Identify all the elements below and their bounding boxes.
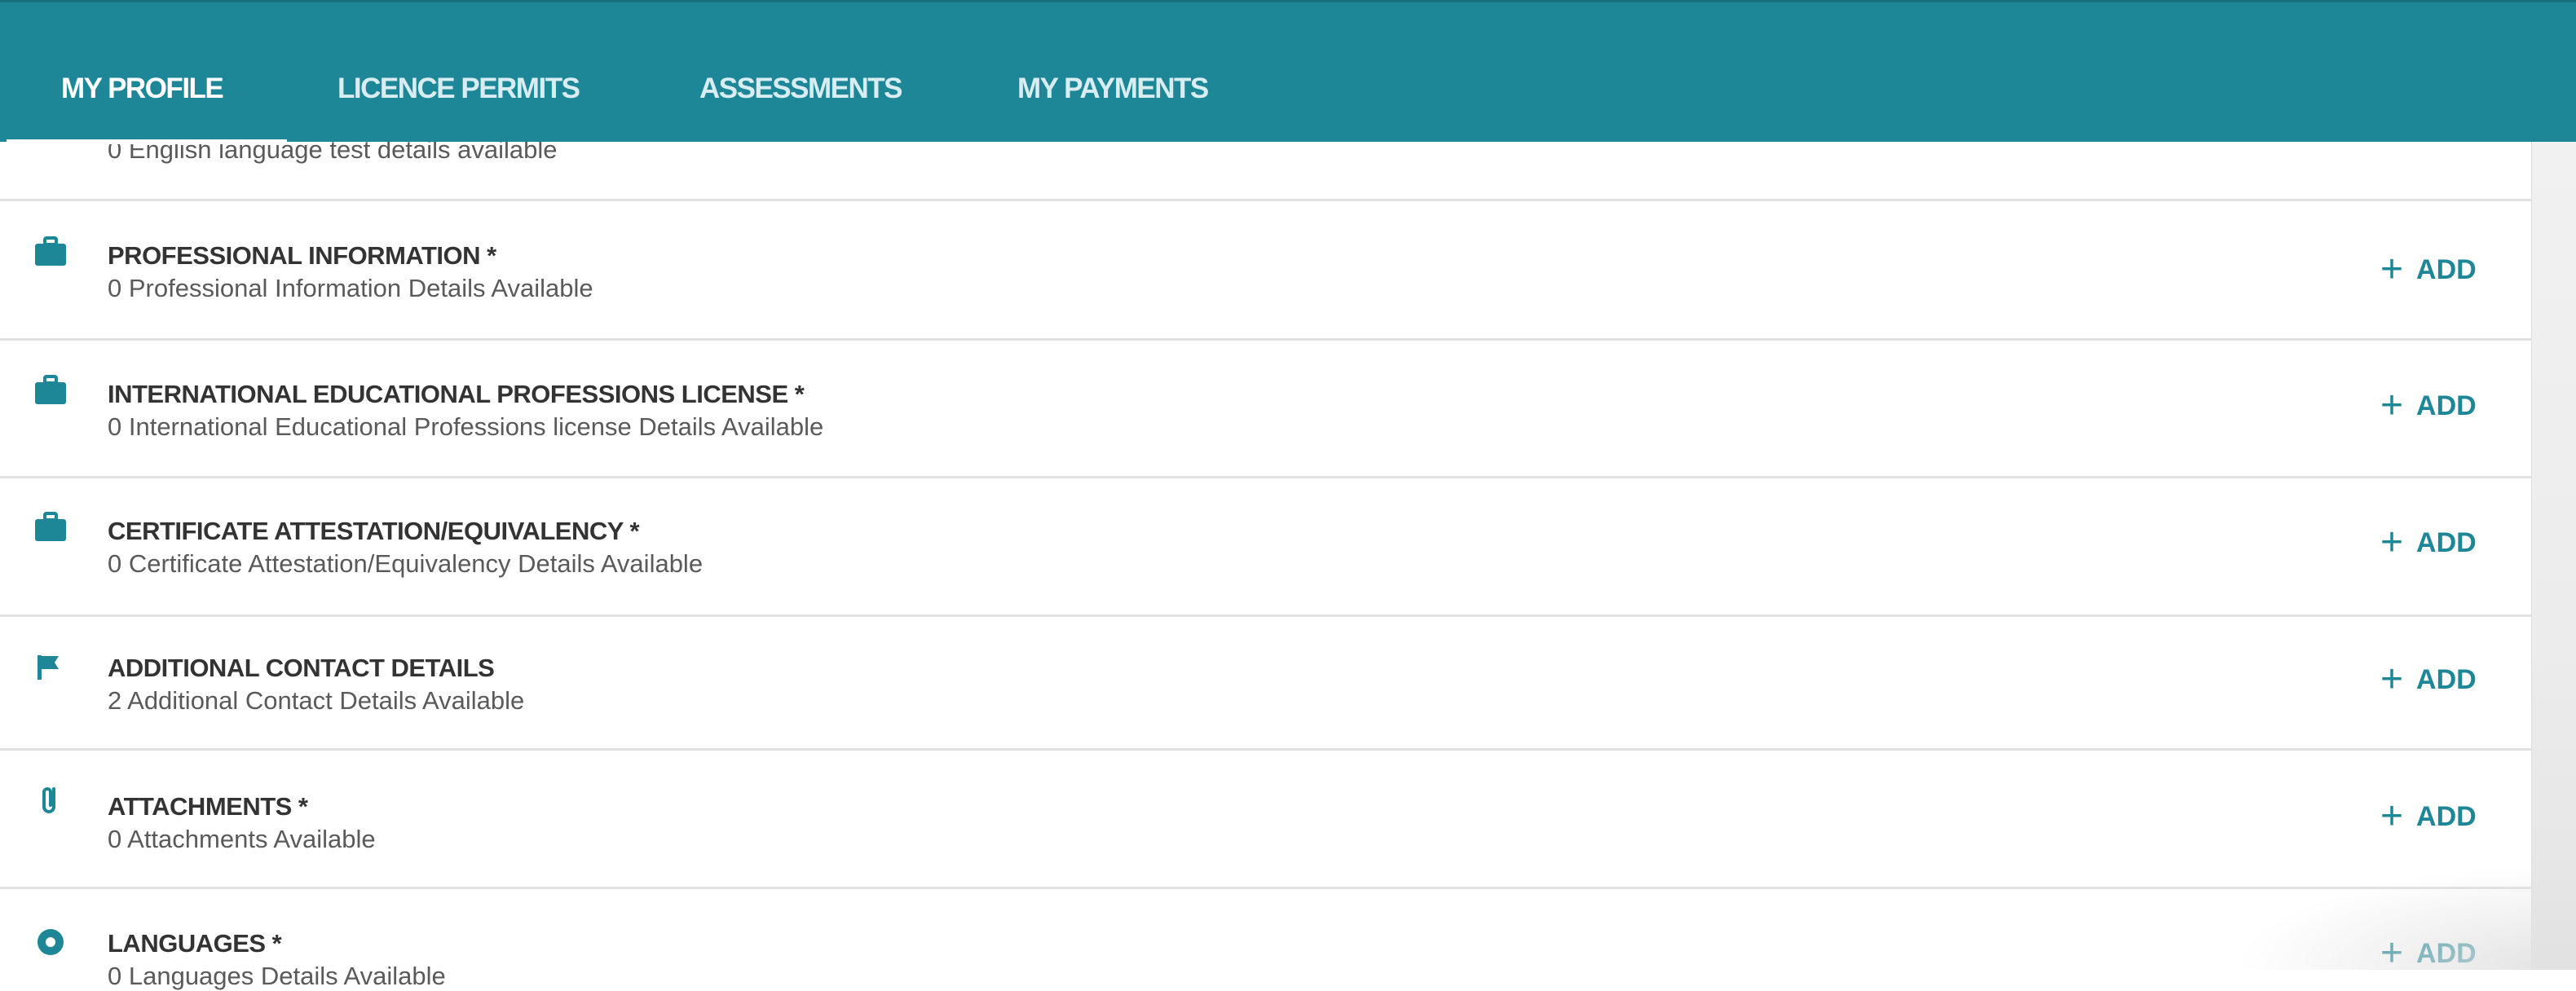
divider <box>0 748 2531 751</box>
add-button-label: ADD <box>2416 663 2477 695</box>
briefcase-icon <box>35 512 66 541</box>
plus-icon: + <box>2380 521 2404 564</box>
tab-licence-permits[interactable]: LICENCE PERMITS <box>337 73 580 105</box>
add-button-label: ADD <box>2416 253 2477 285</box>
section-title: ADDITIONAL CONTACT DETAILS <box>108 654 495 682</box>
add-certificate-attestation-button[interactable]: + ADD <box>2380 521 2477 564</box>
section-title: ATTACHMENTS * <box>108 792 308 821</box>
tab-my-profile[interactable]: MY PROFILE <box>61 73 224 105</box>
top-navigation: MY PROFILE LICENCE PERMITS ASSESSMENTS M… <box>0 0 2576 144</box>
add-button-label: ADD <box>2416 800 2477 832</box>
add-button-label: ADD <box>2416 390 2477 421</box>
divider <box>0 614 2531 617</box>
add-button-label: ADD <box>2416 526 2477 558</box>
section-title: CERTIFICATE ATTESTATION/EQUIVALENCY * <box>108 517 640 545</box>
add-languages-button[interactable]: + ADD <box>2380 932 2477 975</box>
section-subtitle: 0 Professional Information Details Avail… <box>108 274 593 302</box>
plus-icon: + <box>2380 932 2404 975</box>
tab-my-payments[interactable]: MY PAYMENTS <box>1017 73 1209 105</box>
language-icon <box>37 929 64 955</box>
section-title: PROFESSIONAL INFORMATION * <box>108 241 496 270</box>
plus-icon: + <box>2380 658 2404 701</box>
section-subtitle: 2 Additional Contact Details Available <box>108 686 525 715</box>
profile-content: 0 English language test details availabl… <box>0 0 2531 990</box>
section-subtitle: 0 International Educational Professions … <box>108 412 824 441</box>
section-title: LANGUAGES * <box>108 929 282 958</box>
divider <box>0 338 2531 341</box>
briefcase-icon <box>35 236 66 266</box>
divider <box>0 476 2531 478</box>
briefcase-icon <box>35 375 66 404</box>
page-scroll-area[interactable] <box>2531 142 2576 970</box>
section-title: INTERNATIONAL EDUCATIONAL PROFESSIONS LI… <box>108 380 805 408</box>
plus-icon: + <box>2380 248 2404 291</box>
paperclip-icon <box>42 787 55 813</box>
add-attachments-button[interactable]: + ADD <box>2380 795 2477 838</box>
add-professional-information-button[interactable]: + ADD <box>2380 248 2477 291</box>
divider <box>0 199 2531 201</box>
section-subtitle: 0 Certificate Attestation/Equivalency De… <box>108 549 704 578</box>
active-tab-indicator <box>7 139 287 144</box>
add-button-label: ADD <box>2416 937 2477 969</box>
plus-icon: + <box>2380 384 2404 427</box>
flag-icon <box>37 655 59 680</box>
plus-icon: + <box>2380 795 2404 838</box>
divider <box>0 887 2531 889</box>
add-additional-contact-button[interactable]: + ADD <box>2380 658 2477 701</box>
tab-assessments[interactable]: ASSESSMENTS <box>699 73 903 105</box>
section-subtitle: 0 Languages Details Available <box>108 962 446 990</box>
section-subtitle: 0 Attachments Available <box>108 825 376 853</box>
add-educational-license-button[interactable]: + ADD <box>2380 384 2477 427</box>
